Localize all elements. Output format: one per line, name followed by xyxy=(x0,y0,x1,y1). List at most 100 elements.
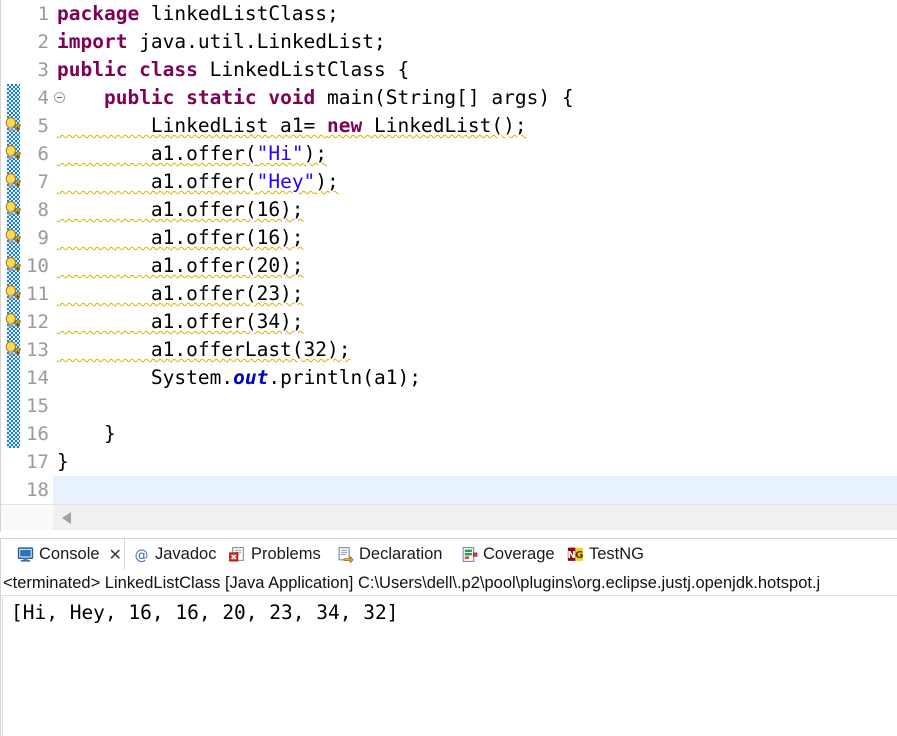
line-number: 13 xyxy=(26,339,49,361)
annotation-ruler-line-5[interactable] xyxy=(1,112,22,140)
tab-javadoc[interactable]: @ Javadoc xyxy=(125,539,221,570)
warning-bulb-icon[interactable] xyxy=(3,116,21,134)
scrollbar-gutter-filler xyxy=(1,505,53,530)
tab-coverage[interactable]: Coverage xyxy=(453,539,559,570)
code-text-line-16[interactable]: } xyxy=(53,420,897,448)
code-text-line-9[interactable]: a1.offer(16); xyxy=(53,224,897,252)
code-line-15[interactable]: 15 xyxy=(0,392,897,420)
code-line-7[interactable]: 7 a1.offer("Hey"); xyxy=(0,168,897,196)
code-rows-container[interactable]: 1 package linkedListClass; 2 import java.ut… xyxy=(0,0,897,504)
line-number: 17 xyxy=(26,451,49,473)
token-plain: linkedListClass; xyxy=(139,2,339,25)
line-number: 11 xyxy=(26,283,49,305)
code-text-line-4[interactable]: public static void main(String[] args) { xyxy=(53,84,897,112)
view-tab-bar[interactable]: Console ✕ @ Javadoc Problems Declaration Cover… xyxy=(1,539,897,570)
warning-bulb-icon[interactable] xyxy=(3,200,21,218)
code-line-13[interactable]: 13 a1.offerLast(32); xyxy=(0,336,897,364)
token-kw: public static void xyxy=(103,86,316,109)
warning-bulb-icon[interactable] xyxy=(3,228,21,246)
code-line-17[interactable]: 17} xyxy=(0,448,897,476)
javadoc-icon: @ xyxy=(133,546,150,563)
code-line-3[interactable]: 3 public class LinkedListClass { xyxy=(0,56,897,84)
annotation-ruler-line-3[interactable] xyxy=(1,56,22,84)
console-pane: Console ✕ @ Javadoc Problems Declaration Cover… xyxy=(0,538,897,736)
annotation-ruler-line-12[interactable] xyxy=(1,308,22,336)
code-text-line-17[interactable]: } xyxy=(53,448,897,476)
code-text-line-15[interactable] xyxy=(53,392,897,420)
token-plain: LinkedListClass { xyxy=(197,58,410,81)
code-text-line-14[interactable]: System.out.println(a1); xyxy=(53,364,897,392)
code-line-4[interactable]: 4 public static void main(String[] args)… xyxy=(0,84,897,112)
code-text-line-7[interactable]: a1.offer("Hey"); xyxy=(53,168,897,196)
problems-icon xyxy=(229,546,246,563)
code-text-line-8[interactable]: a1.offer(16); xyxy=(53,196,897,224)
code-text-line-3[interactable]: public class LinkedListClass { xyxy=(53,56,897,84)
annotation-ruler-line-16[interactable] xyxy=(1,420,22,448)
code-text-line-13[interactable]: a1.offerLast(32); xyxy=(53,336,897,364)
code-text-line-10[interactable]: a1.offer(20); xyxy=(53,252,897,280)
code-line-2[interactable]: 2 import java.util.LinkedList; xyxy=(0,28,897,56)
annotation-ruler-line-11[interactable] xyxy=(1,280,22,308)
code-line-8[interactable]: 8 a1.offer(16); xyxy=(0,196,897,224)
code-line-12[interactable]: 12 a1.offer(34); xyxy=(0,308,897,336)
scroll-left-arrow-icon[interactable] xyxy=(62,512,71,524)
annotation-ruler-line-18[interactable] xyxy=(1,476,22,504)
annotation-ruler-line-10[interactable] xyxy=(1,252,22,280)
warning-bulb-icon[interactable] xyxy=(3,172,21,190)
close-icon[interactable]: ✕ xyxy=(109,546,122,563)
token-statfld: out xyxy=(233,366,269,389)
line-number: 12 xyxy=(26,311,49,333)
annotation-ruler-line-7[interactable] xyxy=(1,168,22,196)
annotation-ruler-line-13[interactable] xyxy=(1,336,22,364)
line-number: 3 xyxy=(37,59,49,81)
code-line-6[interactable]: 6 a1.offer("Hi"); xyxy=(0,140,897,168)
annotation-ruler-line-8[interactable] xyxy=(1,196,22,224)
annotation-ruler-line-14[interactable] xyxy=(1,364,22,392)
code-text-line-11[interactable]: a1.offer(23); xyxy=(53,280,897,308)
console-output-text[interactable]: [Hi, Hey, 16, 16, 20, 23, 34, 32] xyxy=(2,597,896,736)
declaration-icon xyxy=(337,546,354,563)
warning-bulb-icon[interactable] xyxy=(3,340,21,358)
warning-bulb-icon[interactable] xyxy=(3,256,21,274)
code-line-5[interactable]: 5 LinkedList a1= new LinkedList(); xyxy=(0,112,897,140)
code-line-11[interactable]: 11 a1.offer(23); xyxy=(0,280,897,308)
tab-problems[interactable]: Problems xyxy=(221,539,329,570)
line-number: 6 xyxy=(37,143,49,165)
annotation-ruler-line-17[interactable] xyxy=(1,448,22,476)
token-plain: a1.offer(16); xyxy=(57,226,304,249)
code-line-14[interactable]: 14 System.out.println(a1); xyxy=(0,364,897,392)
tab-declaration[interactable]: Declaration xyxy=(329,539,453,570)
warning-bulb-icon[interactable] xyxy=(3,144,21,162)
warning-bulb-icon[interactable] xyxy=(3,284,21,302)
code-text-line-1[interactable]: package linkedListClass; xyxy=(53,0,897,28)
code-line-1[interactable]: 1 package linkedListClass; xyxy=(0,0,897,28)
code-line-16[interactable]: 16 } xyxy=(0,420,897,448)
line-number: 14 xyxy=(26,367,49,389)
code-text-line-2[interactable]: import java.util.LinkedList; xyxy=(53,28,897,56)
tab-testng[interactable]: N G TestNG xyxy=(559,539,651,570)
annotation-ruler-line-15[interactable] xyxy=(1,392,22,420)
code-line-18[interactable]: 18 xyxy=(0,476,897,504)
code-line-9[interactable]: 9 a1.offer(16); xyxy=(0,224,897,252)
annotation-ruler-line-2[interactable] xyxy=(1,28,22,56)
code-line-10[interactable]: 10 a1.offer(20); xyxy=(0,252,897,280)
tab-label: Problems xyxy=(251,545,321,563)
token-plain: ); xyxy=(315,170,339,193)
annotation-ruler-line-9[interactable] xyxy=(1,224,22,252)
annotation-ruler-line-1[interactable] xyxy=(1,0,22,28)
java-editor[interactable]: 1 package linkedListClass; 2 import java.ut… xyxy=(0,0,897,532)
code-text-line-5[interactable]: LinkedList a1= new LinkedList(); xyxy=(53,112,897,140)
editor-horizontal-scrollbar[interactable] xyxy=(1,504,897,530)
line-number: 18 xyxy=(26,479,49,501)
annotation-ruler-line-4[interactable] xyxy=(1,84,22,112)
token-plain: LinkedList a1= xyxy=(57,114,328,137)
code-text-line-18[interactable] xyxy=(53,476,897,504)
code-text-line-6[interactable]: a1.offer("Hi"); xyxy=(53,140,897,168)
code-text-line-12[interactable]: a1.offer(34); xyxy=(53,308,897,336)
annotation-ruler-line-6[interactable] xyxy=(1,140,22,168)
token-str: "Hi" xyxy=(256,142,304,165)
warning-bulb-icon[interactable] xyxy=(3,312,21,330)
tab-console[interactable]: Console ✕ xyxy=(9,539,125,570)
line-number: 4 xyxy=(37,87,49,109)
line-number: 2 xyxy=(37,31,49,53)
